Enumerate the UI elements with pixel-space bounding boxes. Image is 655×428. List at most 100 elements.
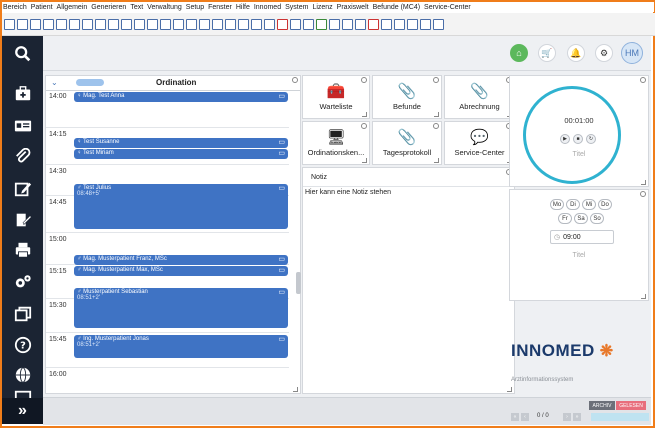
resize-handle[interactable] (362, 158, 367, 163)
toolbar-icon[interactable] (355, 18, 366, 30)
comment-icon[interactable]: ▭ (278, 149, 285, 157)
comment-icon[interactable]: ▭ (278, 335, 285, 343)
id-card-icon[interactable] (2, 116, 43, 136)
gelesen-button[interactable]: GELESEN (616, 401, 646, 410)
play-icon[interactable]: ▶ (560, 134, 570, 144)
menu-item-allgemein[interactable]: Allgemein (57, 4, 88, 11)
signature-icon[interactable] (2, 210, 43, 230)
appointment[interactable]: ♂ Mag. Musterpatient Franz, MSc ▭ (74, 255, 288, 265)
toolbar-icon[interactable] (30, 18, 41, 30)
scrollbar[interactable] (296, 272, 301, 294)
appointment[interactable]: ♂ Mag. Musterpatient Max, MSc ▭ (74, 266, 288, 276)
medical-kit-icon[interactable] (2, 84, 43, 104)
resize-handle[interactable] (641, 294, 646, 299)
menu-item-text[interactable]: Text (130, 4, 143, 11)
toolbar-icon[interactable] (69, 18, 80, 30)
day-chip[interactable]: So (590, 213, 604, 224)
toolbar-icon[interactable] (420, 18, 431, 30)
paperclip-icon[interactable] (2, 147, 43, 167)
home-icon[interactable]: ⌂ (510, 44, 528, 62)
menu-item-verwaltung[interactable]: Verwaltung (147, 4, 182, 11)
appointment[interactable]: ♀ Test Susanne ▭ (74, 138, 288, 148)
appointment[interactable]: ♀ Mag. Test Anna ▭ (74, 92, 288, 102)
toolbar-icon[interactable] (121, 18, 132, 30)
menu-item-patient[interactable]: Patient (31, 4, 53, 11)
close-widget-icon[interactable] (640, 191, 646, 197)
toolbar-icon[interactable] (277, 18, 288, 30)
day-chip[interactable]: Mi (582, 199, 596, 210)
toolbar-icon[interactable] (17, 18, 28, 30)
toolbar-icon[interactable] (303, 18, 314, 30)
close-widget-icon[interactable] (640, 77, 646, 83)
next-page-icon[interactable]: › (563, 413, 571, 421)
toolbar-icon[interactable] (212, 18, 223, 30)
toolbar-icon[interactable] (147, 18, 158, 30)
comment-icon[interactable]: ▭ (278, 138, 285, 146)
toolbar-icon[interactable] (381, 18, 392, 30)
gears-icon[interactable] (2, 272, 43, 292)
tile-warteliste[interactable]: 🧰 Warteliste (302, 75, 370, 119)
toolbar-icon[interactable] (160, 18, 171, 30)
menu-item-hilfe[interactable]: Hilfe (236, 4, 250, 11)
resize-handle[interactable] (434, 158, 439, 163)
toolbar-icon[interactable] (368, 18, 379, 30)
day-chip[interactable]: Do (598, 199, 612, 210)
windows-icon[interactable] (2, 304, 43, 324)
resize-handle[interactable] (293, 387, 298, 392)
expand-sidebar-icon[interactable]: » (2, 398, 43, 424)
toolbar-icon[interactable] (342, 18, 353, 30)
day-chip[interactable]: Di (566, 199, 580, 210)
appointment[interactable]: ♂ Musterpatient Sebastian 08:51+2' ▭ (74, 288, 288, 328)
toolbar-icon[interactable] (82, 18, 93, 30)
toolbar-icon[interactable] (225, 18, 236, 30)
toolbar-icon[interactable] (95, 18, 106, 30)
appointment[interactable]: ♀ Test Miriam ▭ (74, 149, 288, 159)
toolbar-icon[interactable] (433, 18, 444, 30)
toolbar-icon[interactable] (56, 18, 67, 30)
notes-tab[interactable]: Notiz (311, 174, 327, 181)
menu-item-befunde[interactable]: Befunde (MC4) (373, 4, 420, 11)
avatar[interactable]: HM (621, 42, 643, 64)
comment-icon[interactable]: ▭ (278, 266, 285, 274)
reset-icon[interactable]: ↻ (586, 134, 596, 144)
comment-icon[interactable]: ▭ (278, 184, 285, 192)
toolbar-icon[interactable] (238, 18, 249, 30)
toolbar-icon[interactable] (43, 18, 54, 30)
bell-icon[interactable]: 🔔 (567, 44, 585, 62)
notes-textarea[interactable]: Hier kann eine Notiz stehen (305, 189, 391, 196)
tile-befunde[interactable]: 📎 Befunde (372, 75, 442, 119)
calendar-toggle[interactable] (76, 79, 104, 86)
close-widget-icon[interactable] (361, 123, 367, 129)
menu-item-generieren[interactable]: Generieren (91, 4, 126, 11)
day-chip[interactable]: Mo (550, 199, 564, 210)
appointment[interactable]: ♂ Test Julius 08:48+5' ▭ (74, 184, 288, 229)
chevron-down-icon[interactable]: ⌄ (51, 78, 58, 87)
resize-handle[interactable] (507, 387, 512, 392)
menu-item-system[interactable]: System (285, 4, 308, 11)
archiv-button[interactable]: ARCHIV (589, 401, 615, 410)
alarm-time-field[interactable]: ◷ 09:00 (550, 230, 614, 244)
close-widget-icon[interactable] (292, 77, 298, 83)
toolbar-icon[interactable] (407, 18, 418, 30)
comment-icon[interactable]: ▭ (278, 92, 285, 100)
last-page-icon[interactable]: » (573, 413, 581, 421)
toolbar-icon[interactable] (329, 18, 340, 30)
resize-handle[interactable] (641, 180, 646, 185)
edit-icon[interactable] (2, 179, 43, 199)
menu-item-innomed[interactable]: Innomed (254, 4, 281, 11)
resize-handle[interactable] (434, 112, 439, 117)
menu-item-bereich[interactable]: Bereich (3, 4, 27, 11)
toolbar-icon[interactable] (134, 18, 145, 30)
tile-tagesprotokoll[interactable]: 📎 Tagesprotokoll (372, 121, 442, 165)
close-widget-icon[interactable] (361, 77, 367, 83)
prev-page-icon[interactable]: ‹ (521, 413, 529, 421)
toolbar-icon[interactable] (394, 18, 405, 30)
close-widget-icon[interactable] (433, 77, 439, 83)
day-chip[interactable]: Fr (558, 213, 572, 224)
globe-icon[interactable] (2, 365, 43, 385)
toolbar-icon[interactable] (173, 18, 184, 30)
menu-item-service-center[interactable]: Service-Center (424, 4, 471, 11)
menu-item-fenster[interactable]: Fenster (208, 4, 232, 11)
toolbar-icon[interactable] (316, 18, 327, 30)
cart-icon[interactable]: 🛒 (538, 44, 556, 62)
